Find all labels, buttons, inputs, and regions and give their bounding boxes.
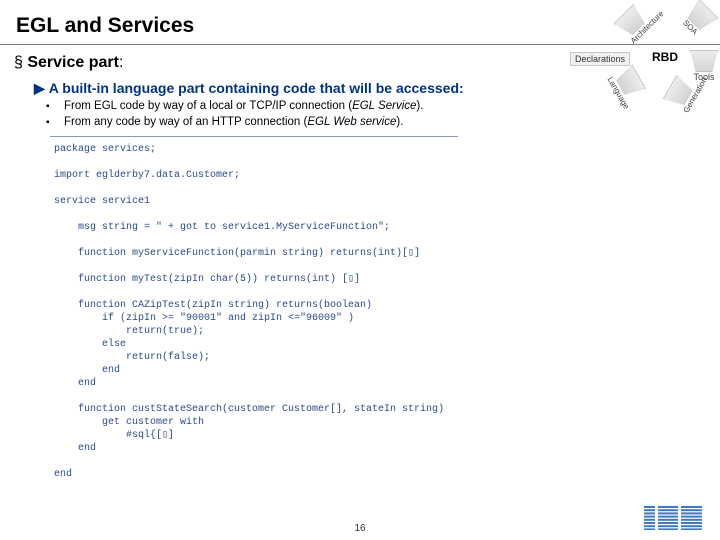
arrow-icon: ▶ — [34, 80, 45, 96]
wedge-language: Language — [605, 64, 650, 110]
wedge-declarations: Declarations — [570, 52, 630, 66]
bullet-square-icon: ▪ — [46, 101, 50, 112]
slide-number: 16 — [354, 523, 365, 534]
bullet-text: A built-in language part containing code… — [49, 80, 464, 96]
sub-bullet-egl-service: ▪ From EGL code by way of a local or TCP… — [64, 100, 423, 112]
sub2-em: EGL Web service — [307, 116, 396, 128]
subhead-colon: : — [119, 54, 123, 71]
sub1-em: EGL Service — [352, 100, 416, 112]
wedge-shape-icon — [690, 50, 718, 72]
bullet-square-icon: ▪ — [46, 117, 50, 128]
subheading-service-part: § Service part: — [14, 54, 123, 72]
sub2-suffix: ). — [396, 116, 403, 128]
sub2-prefix: From any code by way of an HTTP connecti… — [64, 116, 307, 128]
wedge-center-rbd: RBD — [652, 50, 678, 64]
subhead-bold: Service part — [27, 54, 119, 71]
code-snippet: package services; import eglderby7.data.… — [50, 136, 458, 497]
wedge-soa: SOA — [677, 0, 719, 40]
sub1-prefix: From EGL code by way of a local or TCP/I… — [64, 100, 352, 112]
sub1-suffix: ). — [416, 100, 423, 112]
bullet-built-in-language-part: ▶A built-in language part containing cod… — [34, 80, 464, 97]
bullet-square-icon: § — [14, 54, 27, 71]
wedge-architecture: Architecture — [613, 0, 665, 46]
slide-title: EGL and Services — [16, 14, 194, 38]
sub-bullet-egl-web-service: ▪ From any code by way of an HTTP connec… — [64, 116, 403, 128]
ibm-logo-icon — [644, 506, 702, 530]
rbd-wedge-diagram: Declarations RBD Architecture SOA Tools … — [612, 4, 712, 104]
